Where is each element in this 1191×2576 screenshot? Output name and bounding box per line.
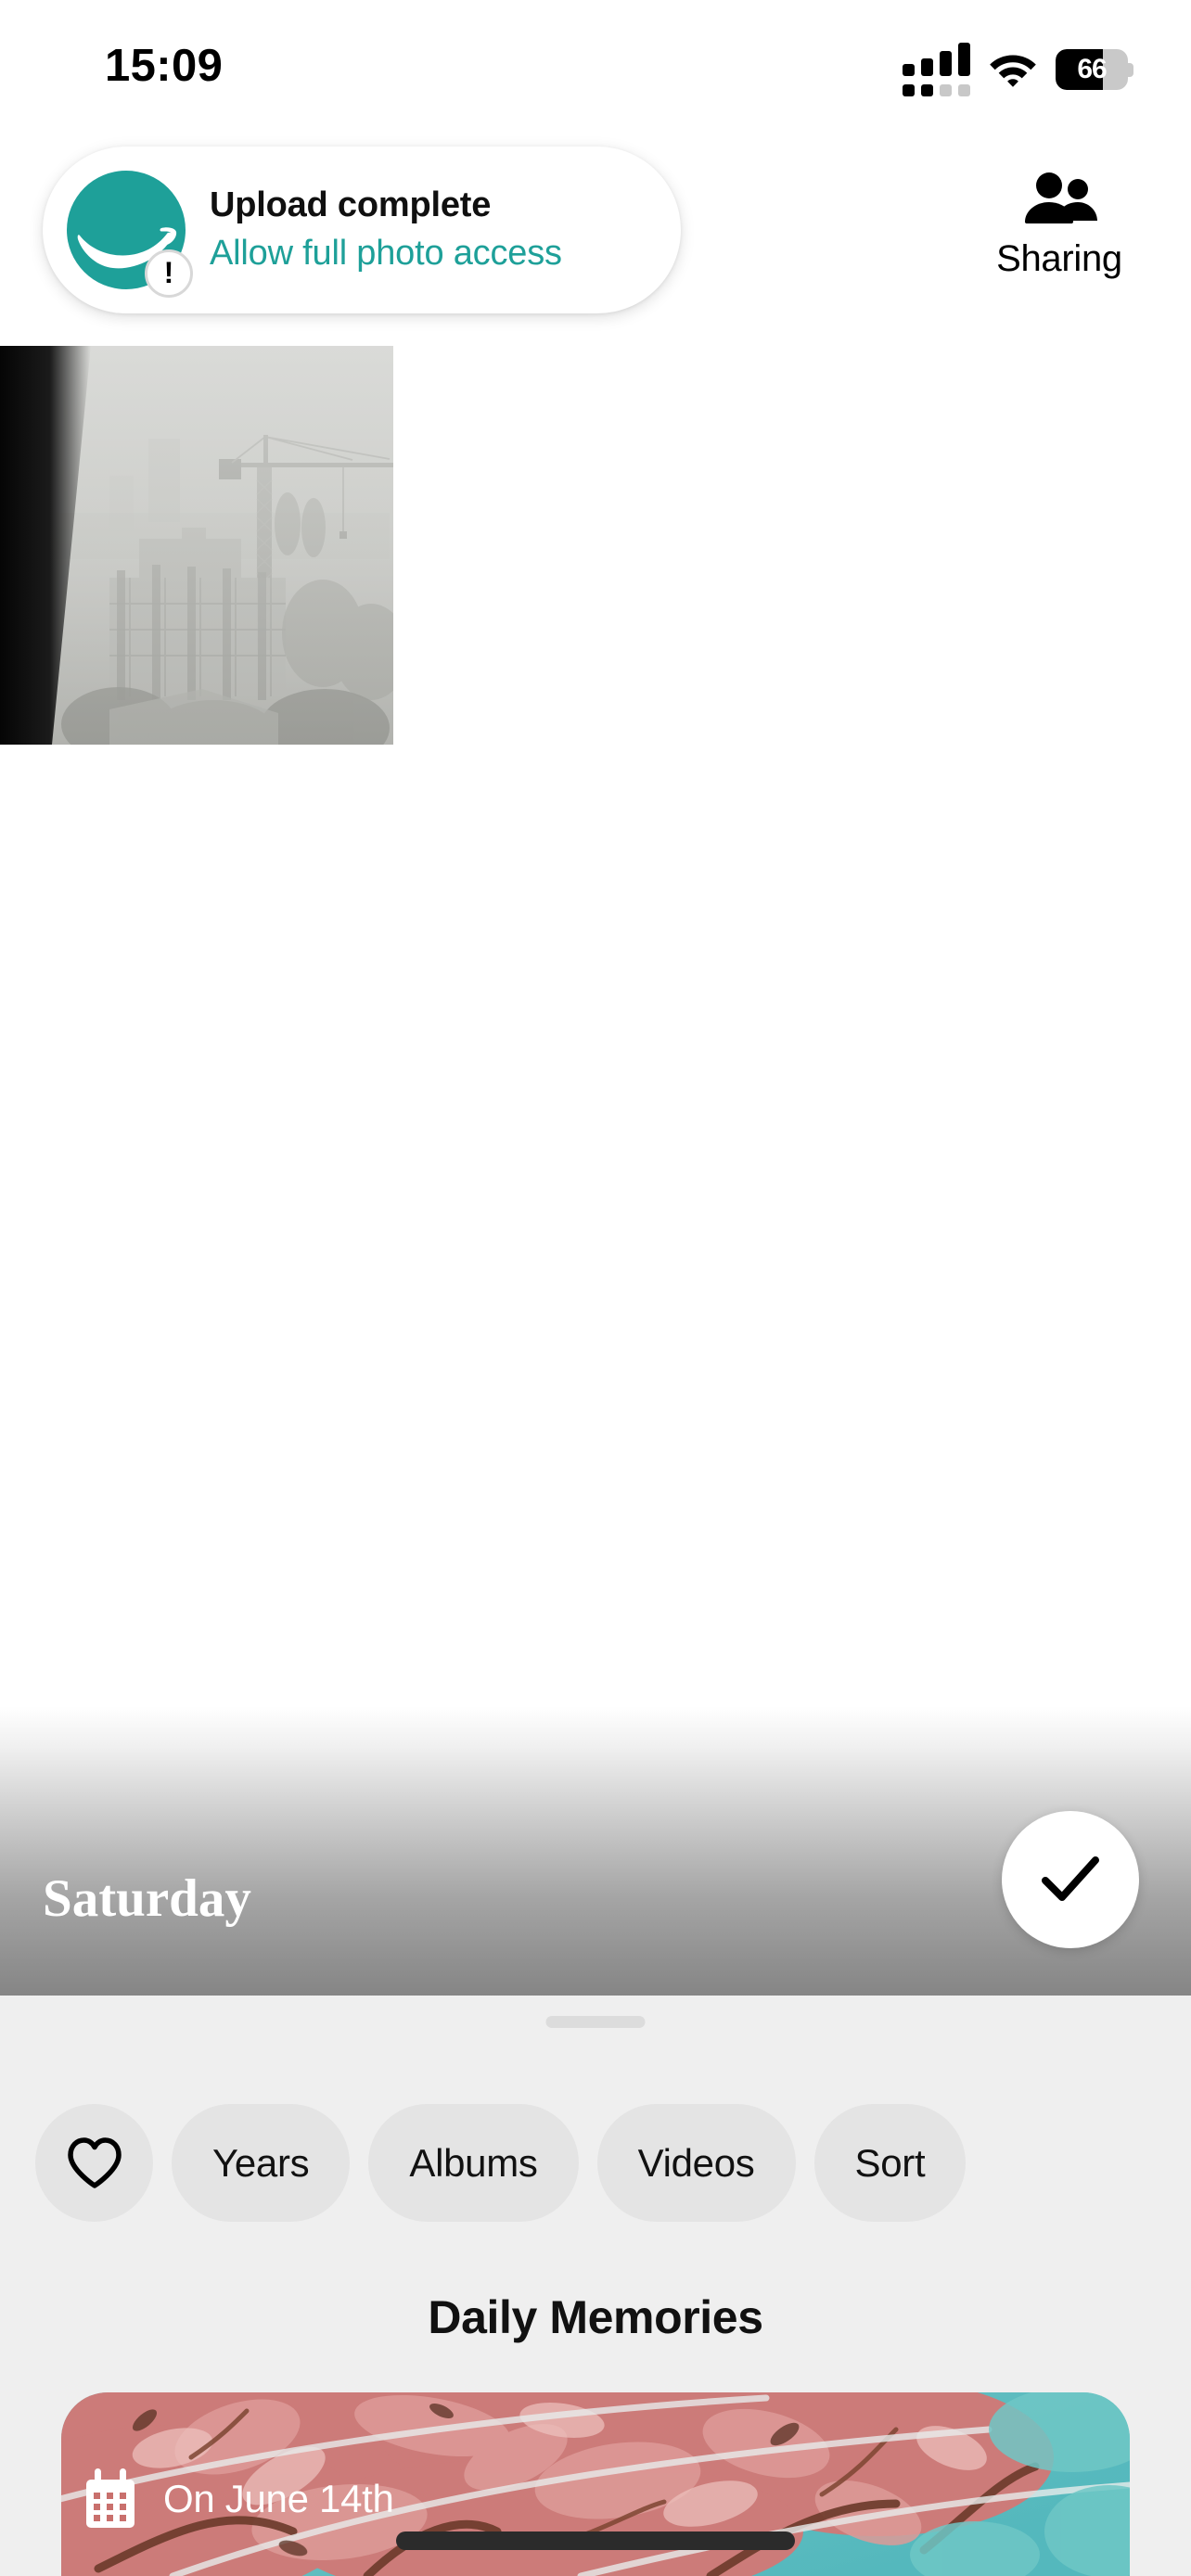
daily-memories-title: Daily Memories xyxy=(428,2291,763,2343)
battery-icon: 66 xyxy=(1056,49,1133,90)
heart-icon xyxy=(67,2136,122,2188)
cellular-signal-icon xyxy=(903,43,970,96)
people-icon xyxy=(1025,172,1097,223)
toast-action-link[interactable]: Allow full photo access xyxy=(210,232,562,274)
home-indicator xyxy=(396,2531,795,2550)
chip-years[interactable]: Years xyxy=(172,2104,351,2222)
status-bar-indicators: 66 xyxy=(903,43,1133,96)
chip-videos[interactable]: Videos xyxy=(596,2104,796,2222)
filter-chips-row: Years Albums Videos Sort xyxy=(0,2104,1191,2222)
checkmark-icon xyxy=(1042,1856,1099,1901)
toast-title: Upload complete xyxy=(210,185,492,225)
calendar-icon xyxy=(86,2468,134,2528)
amazon-photos-logo-icon: ! xyxy=(67,171,193,298)
battery-level-text: 66 xyxy=(1077,54,1107,84)
sharing-button[interactable]: Sharing xyxy=(967,172,1152,280)
drag-handle[interactable] xyxy=(545,2016,646,2028)
photo-grid xyxy=(0,346,1191,745)
day-label: Saturday xyxy=(43,1869,251,1928)
day-header-bar: Saturday xyxy=(0,1706,1191,1996)
chip-favorites[interactable] xyxy=(35,2104,153,2222)
chip-albums[interactable]: Albums xyxy=(368,2104,579,2222)
exclamation-badge-icon: ! xyxy=(145,249,193,298)
sharing-label: Sharing xyxy=(996,238,1122,279)
status-bar: 15:09 66 xyxy=(0,0,1191,116)
status-bar-time: 15:09 xyxy=(105,41,224,91)
select-day-button[interactable] xyxy=(1002,1811,1139,1948)
toast-text-block: Upload complete Allow full photo access xyxy=(210,185,562,274)
memory-card-meta: On June 14th xyxy=(82,2467,394,2531)
upload-status-toast[interactable]: ! Upload complete Allow full photo acces… xyxy=(43,147,681,313)
chip-sort[interactable]: Sort xyxy=(813,2104,967,2222)
memory-date-label: On June 14th xyxy=(163,2477,394,2520)
wifi-icon xyxy=(990,55,1036,87)
photo-thumbnail[interactable] xyxy=(0,346,393,745)
app-screen: 15:09 66 ! Upload complete Allow full ph… xyxy=(0,0,1191,2576)
